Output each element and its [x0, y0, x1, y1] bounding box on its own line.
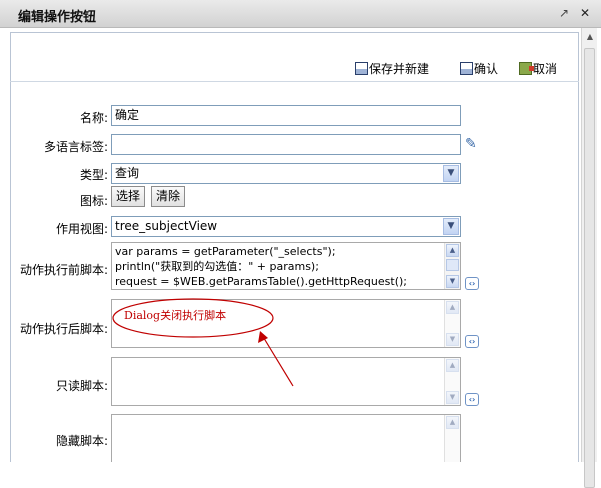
restore-window-icon[interactable]: ↗ — [557, 6, 571, 20]
confirm-label: 确认 — [474, 62, 499, 76]
scrollbar-thumb[interactable] — [584, 48, 595, 488]
edit-label-icon[interactable]: ✎ — [465, 137, 479, 151]
view-select[interactable]: tree_subjectView ▼ — [111, 216, 461, 237]
script-editor-icon[interactable]: ‹› — [465, 277, 479, 290]
scroll-up-icon[interactable]: ▲ — [446, 416, 459, 429]
cancel-label: 取消 — [533, 62, 558, 76]
view-label: 作用视图: — [55, 222, 108, 236]
toolbar-divider — [10, 81, 579, 82]
script-editor-icon[interactable]: ‹› — [465, 393, 479, 406]
close-icon[interactable]: ✕ — [578, 6, 592, 20]
dialog-scrollbar[interactable]: ▲ — [581, 28, 597, 488]
edit-action-button-dialog: 编辑操作按钮 ↗ ✕ ▲ 保存并新建 确认 取消 名称: 确定 多语言标签: ✎… — [0, 0, 601, 488]
document-icon — [460, 62, 473, 75]
title-bar: 编辑操作按钮 ↗ ✕ — [0, 0, 601, 28]
scrollbar-thumb[interactable] — [446, 259, 459, 271]
post-script-label: 动作执行后脚本: — [19, 322, 108, 336]
pre-script-line: request = $WEB.getParamsTable().getHttpR… — [115, 275, 407, 288]
type-select-value: 查询 — [115, 166, 140, 180]
readonly-script-scrollbar[interactable]: ▲ ▼ — [444, 358, 460, 405]
save-and-new-button[interactable]: 保存并新建 — [355, 60, 429, 78]
view-select-value: tree_subjectView — [115, 219, 218, 233]
pre-script-line: var params = getParameter("_selects"); — [115, 245, 336, 258]
multilang-input[interactable] — [111, 134, 461, 155]
pre-script-textarea[interactable]: var params = getParameter("_selects"); p… — [111, 242, 461, 290]
chevron-down-icon[interactable]: ▼ — [443, 165, 459, 182]
type-label: 类型: — [79, 168, 108, 182]
pre-script-line: println("获取到的勾选值：" + params); — [115, 260, 319, 273]
save-and-new-label: 保存并新建 — [369, 62, 430, 76]
icon-label: 图标: — [79, 194, 108, 208]
pre-script-scrollbar[interactable]: ▲ ▼ — [444, 243, 460, 289]
name-input[interactable]: 确定 — [111, 105, 461, 126]
clear-icon-button[interactable]: 清除 — [151, 186, 186, 207]
dialog-title: 编辑操作按钮 — [18, 10, 97, 25]
pre-script-label: 动作执行前脚本: — [19, 263, 108, 277]
scroll-up-icon[interactable]: ▲ — [446, 244, 459, 257]
scroll-down-icon[interactable]: ▼ — [446, 275, 459, 288]
chevron-down-icon[interactable]: ▼ — [443, 218, 459, 235]
readonly-script-textarea[interactable]: ▲ ▼ — [111, 357, 461, 406]
scroll-down-icon[interactable]: ▼ — [446, 333, 459, 346]
document-icon — [355, 62, 368, 75]
post-script-scrollbar[interactable]: ▲ ▼ — [444, 300, 460, 347]
scroll-up-arrow-icon[interactable]: ▲ — [583, 30, 597, 44]
annotation-text: Dialog关闭执行脚本 — [124, 309, 227, 322]
cancel-icon — [519, 62, 534, 75]
scroll-up-icon[interactable]: ▲ — [446, 301, 459, 314]
type-select[interactable]: 查询 ▼ — [111, 163, 461, 184]
select-icon-button[interactable]: 选择 — [111, 186, 146, 207]
cancel-button[interactable]: 取消 — [519, 60, 557, 78]
hidden-script-label: 隐藏脚本: — [55, 434, 108, 448]
hidden-script-textarea[interactable]: ▲ — [111, 414, 461, 462]
script-editor-icon[interactable]: ‹› — [465, 335, 479, 348]
scroll-down-icon[interactable]: ▼ — [446, 391, 459, 404]
hidden-script-scrollbar[interactable]: ▲ — [444, 415, 460, 462]
readonly-script-label: 只读脚本: — [55, 379, 108, 393]
scroll-up-icon[interactable]: ▲ — [446, 359, 459, 372]
confirm-button[interactable]: 确认 — [460, 60, 498, 78]
multilang-label: 多语言标签: — [43, 140, 108, 154]
name-label: 名称: — [79, 111, 108, 125]
